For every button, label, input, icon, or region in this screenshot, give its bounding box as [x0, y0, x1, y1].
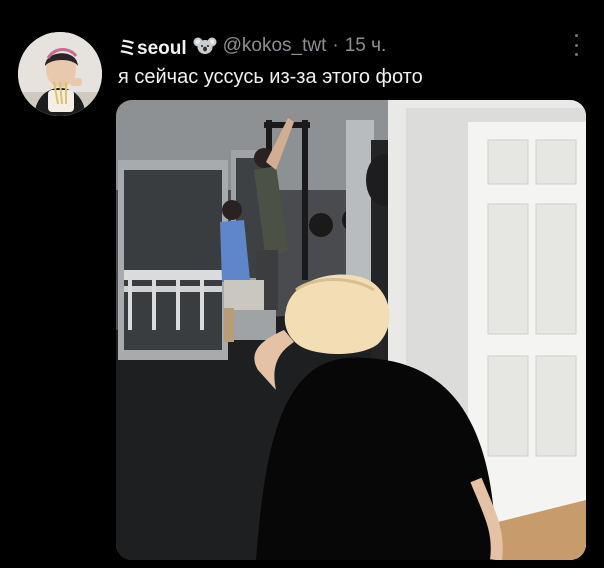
user-handle[interactable]: @kokos_twt [223, 35, 327, 57]
user-avatar-photo [18, 32, 102, 116]
tweet: ミseoul @kokos_twt · 15 ч. я сейчас уссус… [0, 0, 604, 568]
avatar[interactable] [18, 32, 102, 116]
separator-dot: · [332, 35, 339, 56]
koala-icon [193, 36, 217, 56]
tweet-header: ミseoul @kokos_twt · 15 ч. [118, 33, 387, 60]
tweet-photo[interactable] [116, 100, 586, 560]
display-name[interactable]: ミseoul [118, 33, 187, 60]
vertical-ellipsis-icon[interactable] [572, 34, 580, 56]
photo-scene [116, 100, 586, 560]
tweet-text: я сейчас уссусь из-за этого фото [118, 66, 423, 88]
timestamp[interactable]: 15 ч. [345, 35, 387, 57]
